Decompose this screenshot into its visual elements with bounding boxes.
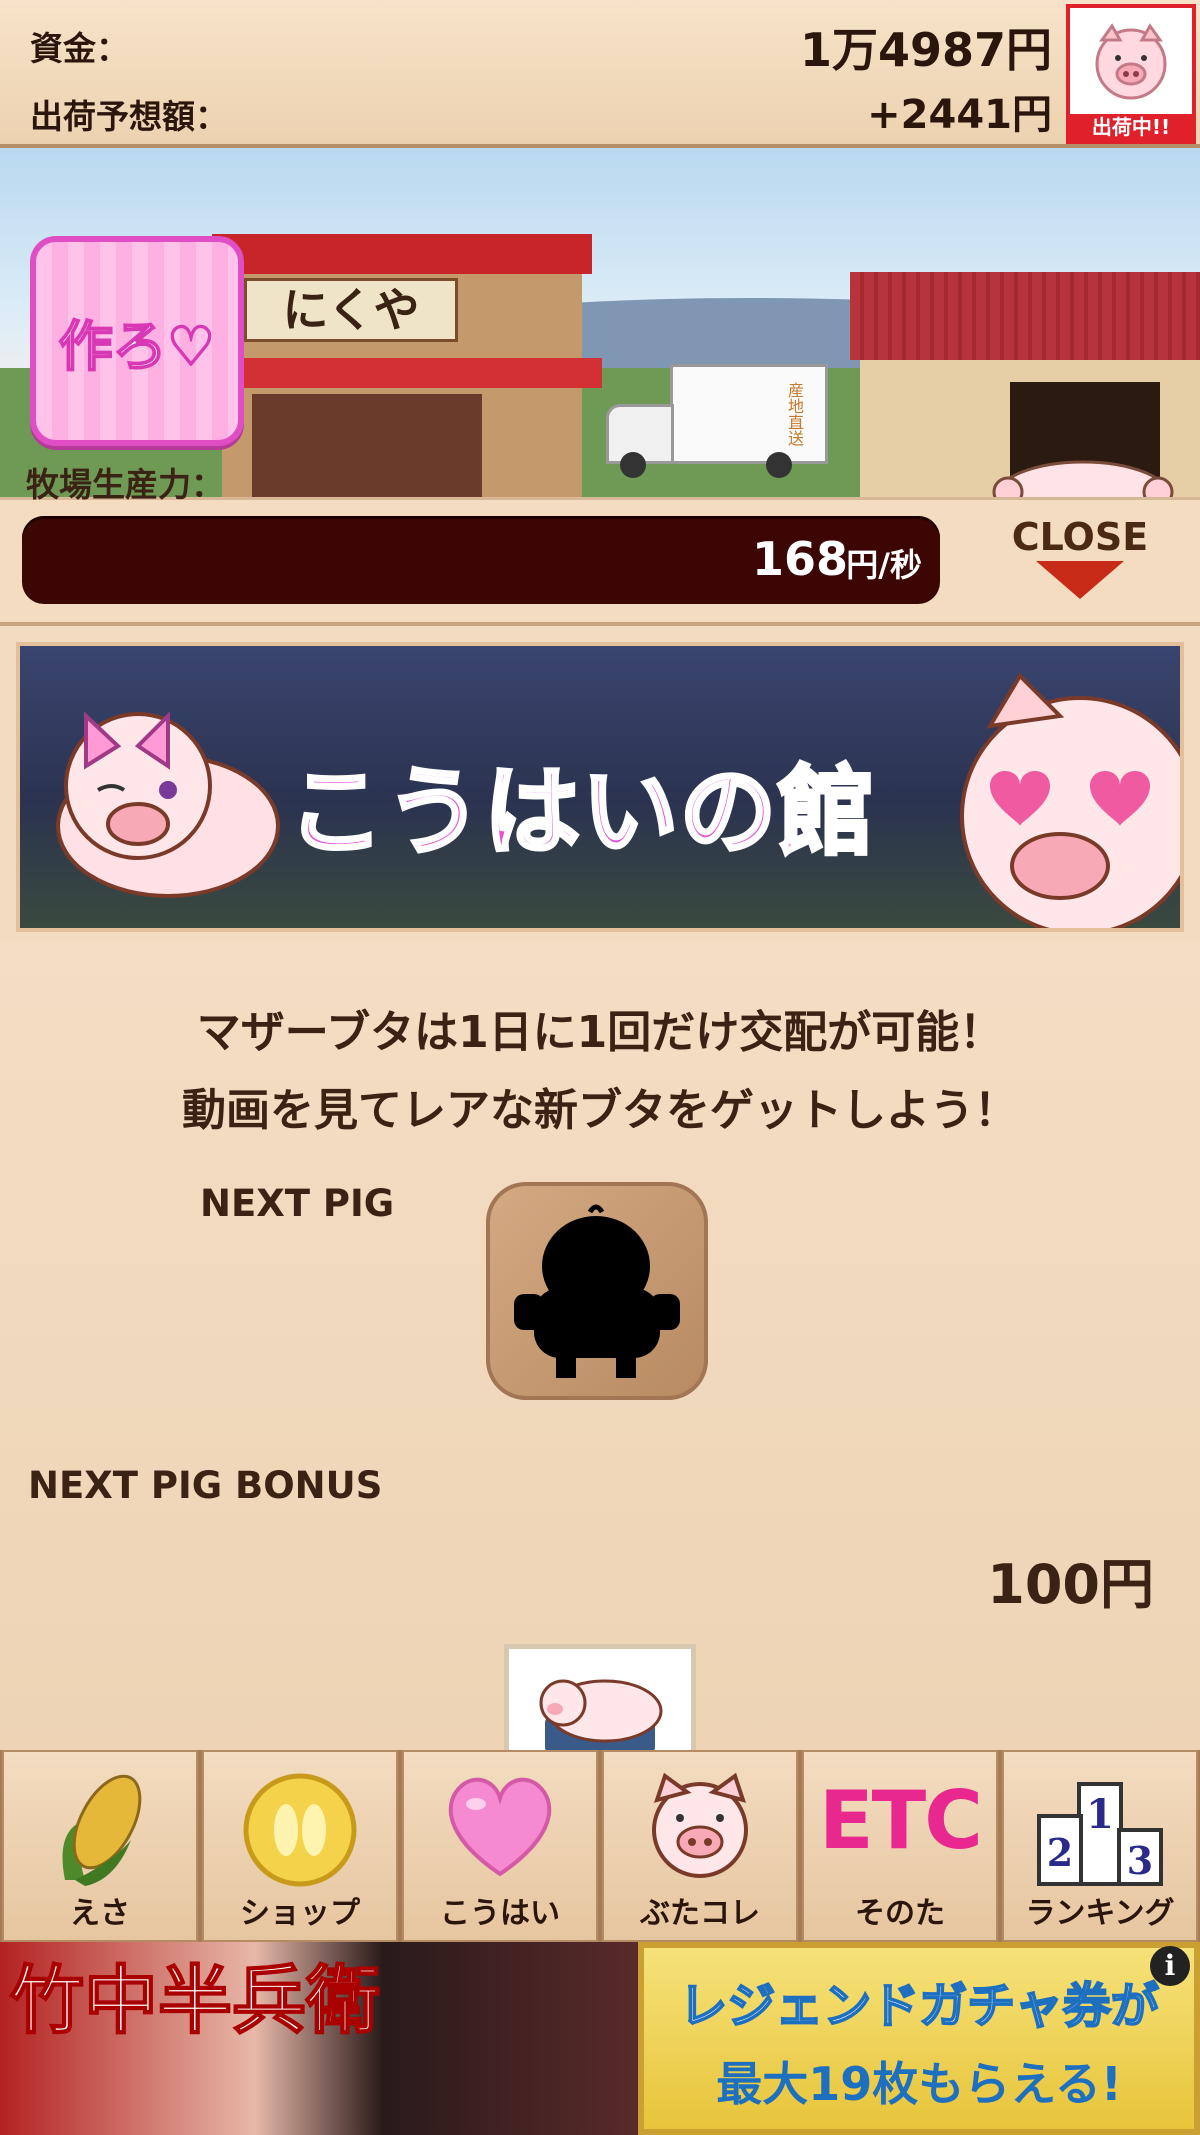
nav-breed[interactable]: こうはい	[402, 1750, 598, 1942]
production-value: 168	[751, 532, 848, 586]
production-label: 牧場生産力：	[26, 465, 224, 504]
make-pig-label: 作ろ♡	[58, 314, 216, 379]
banner-title: こうはいの館	[286, 754, 876, 870]
svg-text:3: 3	[1127, 1838, 1153, 1883]
pig-card-button[interactable]	[504, 1644, 696, 1755]
ad-right-panel: レジェンドガチャ券が 最大19枚もらえる!	[638, 1942, 1200, 2135]
production-bar: 168 円/秒	[22, 516, 940, 604]
next-pig-bonus-value: 100円	[987, 1553, 1154, 1616]
status-header: 資金： 1万4987円 出荷予想額： +2441円	[0, 0, 1200, 148]
close-label: CLOSE	[1011, 515, 1149, 559]
info-line-1: マザーブタは1日に1回だけ交配が可能！	[196, 1007, 1004, 1058]
delivery-truck: 産地直送	[606, 364, 828, 478]
ship-status-label: 出荷中!!	[1070, 114, 1192, 140]
ad-subline: 最大19枚もらえる!	[716, 2057, 1122, 2111]
forecast-label: 出荷予想額：	[30, 97, 228, 136]
close-arrow-icon	[1036, 561, 1124, 599]
sleeping-pig-icon	[539, 1679, 663, 1755]
nav-feed[interactable]: えさ	[2, 1750, 198, 1942]
svg-text:1: 1	[1086, 1791, 1114, 1838]
nav-feed-label: えさ	[70, 1896, 130, 1931]
nav-shop[interactable]: ショップ	[202, 1750, 398, 1942]
nav-pig-collection[interactable]: ぶたコレ	[602, 1750, 798, 1942]
ad-left-text: 竹中半兵衛	[9, 1957, 381, 2045]
production-unit: 円/秒	[846, 546, 922, 584]
nav-breed-label: こうはい	[440, 1896, 560, 1931]
breeding-house-banner: こうはいの館	[16, 642, 1184, 932]
truck-text: 産地直送	[785, 382, 804, 446]
funds-value: 1万4987円	[799, 23, 1052, 77]
nav-other[interactable]: ETC そのた	[802, 1750, 998, 1942]
pig-face-icon	[652, 1772, 748, 1878]
ad-headline: レジェンドガチャ券が	[678, 1977, 1160, 2035]
ship-status-button[interactable]: 出荷中!!	[1066, 4, 1196, 144]
next-pig-label: NEXT PIG	[200, 1182, 395, 1225]
forecast-value: +2441円	[867, 92, 1052, 138]
next-pig-bonus-label: NEXT PIG BONUS	[28, 1464, 383, 1507]
nav-shop-label: ショップ	[240, 1896, 360, 1931]
ad-left-art: 竹中半兵衛	[0, 1942, 638, 2135]
meat-shop: にくや	[212, 234, 602, 500]
heart-eyes-pig-icon	[960, 672, 1180, 928]
funds-label: 資金：	[30, 29, 129, 68]
pig-face-icon	[1095, 23, 1167, 100]
svg-text:2: 2	[1047, 1830, 1073, 1875]
corn-icon	[62, 1774, 142, 1886]
close-button[interactable]: CLOSE	[1000, 515, 1160, 605]
bottom-nav: えさ ショップ こうはい ぶたコレ ETC そのた 1 2 3 ランキング	[0, 1750, 1200, 1942]
nav-pig-collection-label: ぶたコレ	[640, 1896, 760, 1931]
pig-silhouette-icon	[514, 1204, 680, 1378]
podium-icon: 1 2 3	[1037, 1782, 1163, 1886]
shop-sign: にくや	[244, 278, 458, 342]
etc-icon: ETC	[819, 1774, 983, 1867]
ad-banner[interactable]: 竹中半兵衛 レジェンドガチャ券が 最大19枚もらえる!	[0, 1942, 1200, 2135]
mother-pig-icon	[56, 711, 280, 898]
info-line-2: 動画を見てレアな新ブタをゲットしよう！	[182, 1085, 1018, 1136]
make-pig-button[interactable]: 作ろ♡	[30, 236, 244, 446]
nav-ranking[interactable]: 1 2 3 ランキング	[1002, 1750, 1198, 1942]
nav-other-label: そのた	[855, 1896, 945, 1931]
heart-icon	[448, 1777, 552, 1877]
ad-info-icon[interactable]: i	[1150, 1946, 1190, 1986]
nav-ranking-label: ランキング	[1025, 1896, 1175, 1931]
peeking-pig-icon	[992, 460, 1174, 500]
coin-icon	[243, 1773, 357, 1887]
next-pig-silhouette	[486, 1182, 708, 1400]
